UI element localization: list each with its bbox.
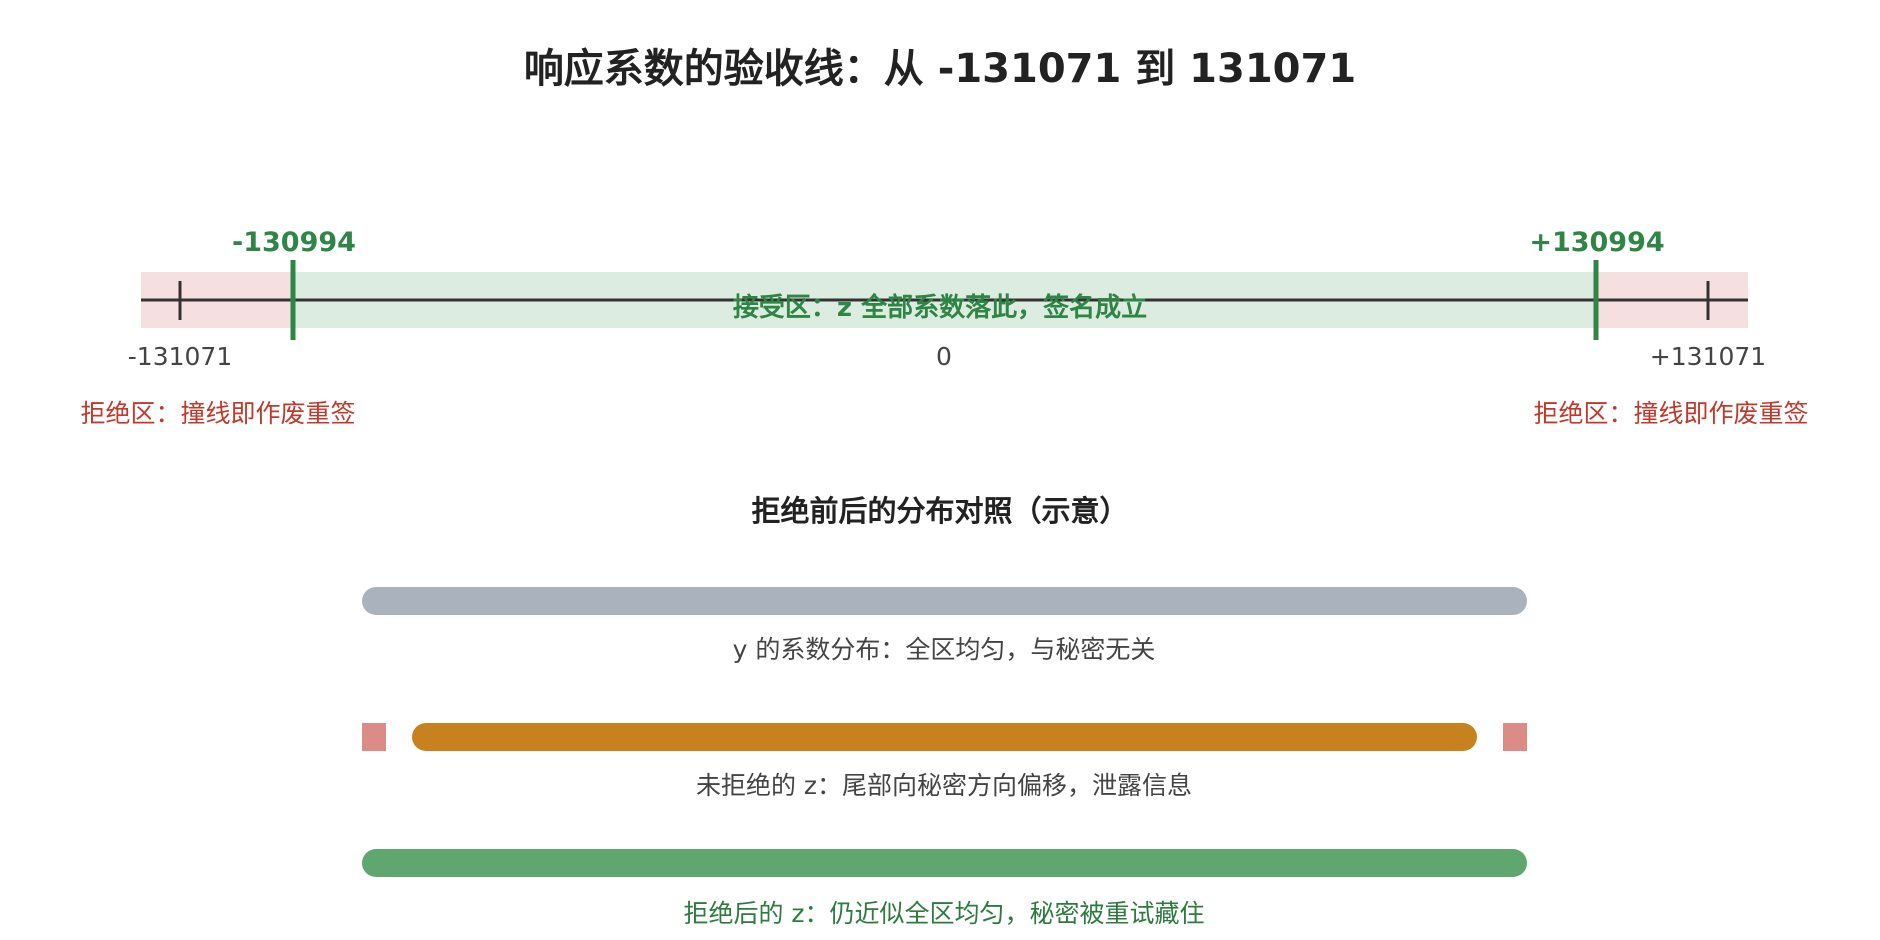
reject-zone-label-right: 拒绝区：撞线即作废重签 <box>1533 399 1809 428</box>
reject-zone-label-left: 拒绝区：撞线即作废重签 <box>80 399 356 428</box>
bar-z-unrejected <box>412 723 1477 751</box>
caption-y-distribution: y 的系数分布：全区均匀，与秘密无关 <box>732 635 1156 664</box>
caption-z-rejected: 拒绝后的 z：仍近似全区均匀，秘密被重试藏住 <box>683 899 1205 928</box>
bound-label-max: +130994 <box>1529 227 1665 258</box>
comparison-title: 拒绝前后的分布对照（示意） <box>751 494 1129 528</box>
tick-label-outer-max: +131071 <box>1649 342 1767 371</box>
bound-label-min: -130994 <box>232 227 356 258</box>
accept-zone-label: 接受区：z 全部系数落此，签名成立 <box>732 293 1148 323</box>
tick-label-zero: 0 <box>936 342 952 371</box>
diagram-canvas: 响应系数的验收线：从 -131071 到 131071 -130994 +130… <box>0 0 1880 940</box>
bar-y-distribution <box>362 587 1527 615</box>
tick-label-outer-min: -131071 <box>127 342 233 371</box>
tail-right <box>1503 723 1527 751</box>
bar-z-rejected <box>362 849 1527 877</box>
caption-z-unrejected: 未拒绝的 z：尾部向秘密方向偏移，泄露信息 <box>695 771 1193 800</box>
tail-left <box>362 723 386 751</box>
